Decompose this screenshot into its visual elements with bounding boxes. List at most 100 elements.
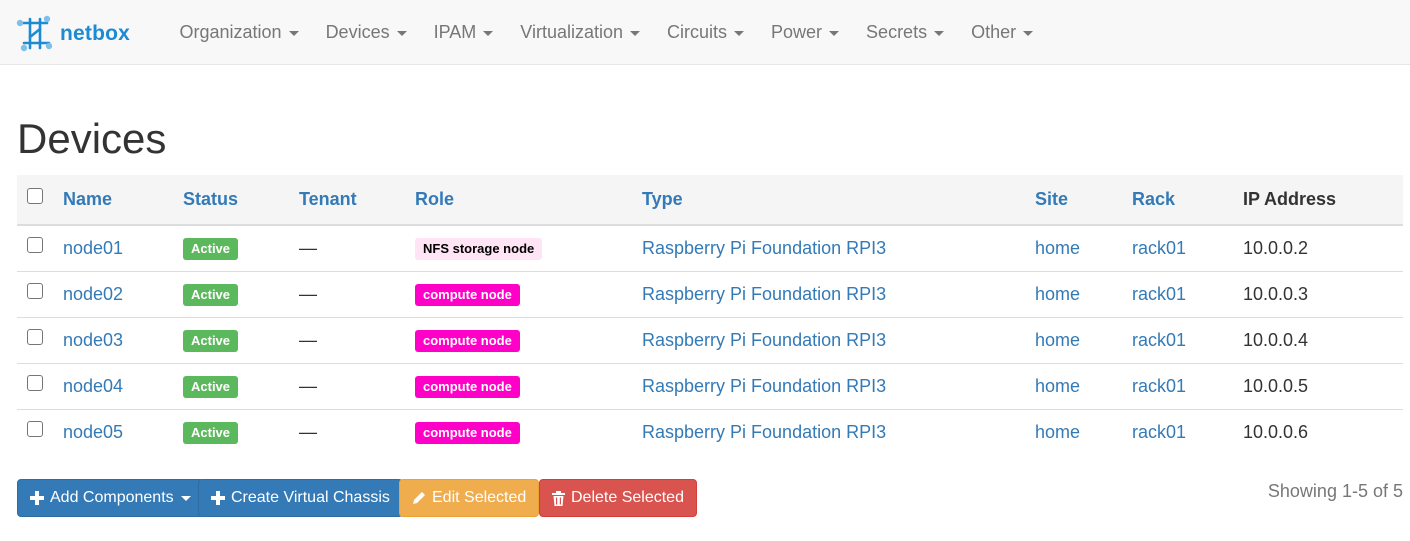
column-header-ip-address: IP Address: [1243, 175, 1403, 226]
table-header-row: Name Status Tenant Role Type Site Rack I…: [17, 175, 1403, 226]
device-type-link[interactable]: Raspberry Pi Foundation RPI3: [642, 330, 886, 350]
nav-organization-label: Organization: [179, 22, 282, 42]
nav-ipam[interactable]: IPAM: [420, 0, 507, 64]
role-badge[interactable]: compute node: [415, 421, 520, 444]
create-virtual-chassis-label: Create Virtual Chassis: [231, 489, 390, 506]
table-row: node04 Active — compute node Raspberry P…: [17, 363, 1403, 410]
rack-link[interactable]: rack01: [1132, 330, 1186, 350]
pencil-icon: [413, 492, 425, 504]
nav-organization[interactable]: Organization: [166, 0, 312, 64]
create-virtual-chassis-button[interactable]: Create Virtual Chassis: [198, 479, 403, 517]
nav-virtualization[interactable]: Virtualization: [507, 0, 654, 64]
rack-cell: rack01: [1132, 409, 1243, 455]
site-link[interactable]: home: [1035, 422, 1080, 442]
sort-by-rack-link[interactable]: Rack: [1132, 189, 1175, 209]
device-name-link[interactable]: node03: [63, 330, 123, 350]
sort-by-site-link[interactable]: Site: [1035, 189, 1068, 209]
chevron-down-icon: [396, 30, 407, 36]
rack-link[interactable]: rack01: [1132, 422, 1186, 442]
name-cell: node02: [63, 271, 183, 318]
site-link[interactable]: home: [1035, 238, 1080, 258]
select-cell: [17, 317, 63, 364]
name-cell: node04: [63, 363, 183, 410]
role-badge[interactable]: compute node: [415, 375, 520, 398]
nav-secrets[interactable]: Secrets: [853, 0, 958, 64]
role-cell: compute node: [415, 271, 642, 318]
device-type-link[interactable]: Raspberry Pi Foundation RPI3: [642, 376, 886, 396]
brand-name[interactable]: netbox: [60, 22, 130, 46]
ip-address-cell: 10.0.0.5: [1243, 363, 1403, 410]
column-header-tenant[interactable]: Tenant: [299, 175, 415, 226]
edit-selected-button[interactable]: Edit Selected: [399, 479, 540, 517]
sort-by-type-link[interactable]: Type: [642, 189, 683, 209]
device-type-link[interactable]: Raspberry Pi Foundation RPI3: [642, 422, 886, 442]
device-name-link[interactable]: node04: [63, 376, 123, 396]
row-checkbox[interactable]: [27, 374, 43, 391]
name-cell: node01: [63, 225, 183, 272]
sort-by-name-link[interactable]: Name: [63, 189, 112, 209]
type-cell: Raspberry Pi Foundation RPI3: [642, 225, 1035, 272]
select-cell: [17, 363, 63, 410]
column-header-role[interactable]: Role: [415, 175, 642, 226]
row-checkbox[interactable]: [27, 282, 43, 299]
add-components-button[interactable]: Add Components: [17, 479, 204, 517]
column-header-status[interactable]: Status: [183, 175, 299, 226]
row-checkbox[interactable]: [27, 237, 43, 253]
tenant-cell: —: [299, 225, 415, 272]
column-header-type[interactable]: Type: [642, 175, 1035, 226]
device-name-link[interactable]: node01: [63, 238, 123, 258]
select-cell: [17, 225, 63, 272]
device-type-link[interactable]: Raspberry Pi Foundation RPI3: [642, 284, 886, 304]
tenant-cell: —: [299, 317, 415, 364]
site-link[interactable]: home: [1035, 376, 1080, 396]
brand-logo[interactable]: netbox: [16, 14, 130, 54]
role-badge[interactable]: NFS storage node: [415, 237, 543, 260]
type-cell: Raspberry Pi Foundation RPI3: [642, 317, 1035, 364]
role-cell: NFS storage node: [415, 225, 642, 272]
select-all-checkbox[interactable]: [27, 188, 43, 205]
site-cell: home: [1035, 225, 1132, 272]
rack-cell: rack01: [1132, 363, 1243, 410]
name-cell: node03: [63, 317, 183, 364]
row-checkbox[interactable]: [27, 421, 43, 437]
sort-by-tenant-link[interactable]: Tenant: [299, 189, 357, 209]
status-badge: Active: [183, 329, 239, 352]
status-badge: Active: [183, 283, 239, 306]
row-checkbox[interactable]: [27, 328, 43, 345]
nav-power-label: Power: [771, 22, 823, 42]
device-name-link[interactable]: node02: [63, 284, 123, 304]
plus-icon: [30, 491, 44, 505]
role-cell: compute node: [415, 409, 642, 455]
tenant-cell: —: [299, 271, 415, 318]
pagination-summary: Showing 1-5 of 5: [1267, 481, 1403, 501]
nav-power[interactable]: Power: [758, 0, 853, 64]
status-badge: Active: [183, 421, 239, 444]
role-badge[interactable]: compute node: [415, 283, 520, 306]
nav-circuits[interactable]: Circuits: [654, 0, 758, 64]
tenant-cell: —: [299, 421, 317, 442]
rack-link[interactable]: rack01: [1132, 238, 1186, 258]
select-cell: [17, 271, 63, 318]
delete-selected-button[interactable]: Delete Selected: [539, 479, 697, 517]
rack-link[interactable]: rack01: [1132, 376, 1186, 396]
role-badge[interactable]: compute node: [415, 329, 520, 352]
device-name-link[interactable]: node05: [63, 422, 123, 442]
status-cell: Active: [183, 363, 299, 410]
rack-cell: rack01: [1132, 317, 1243, 364]
column-header-rack[interactable]: Rack: [1132, 175, 1243, 226]
column-header-site[interactable]: Site: [1035, 175, 1132, 226]
nav-devices[interactable]: Devices: [312, 0, 420, 64]
site-link[interactable]: home: [1035, 330, 1080, 350]
role-cell: compute node: [415, 317, 642, 364]
header-select-cell: [17, 175, 63, 226]
nav-secrets-label: Secrets: [866, 22, 928, 42]
device-type-link[interactable]: Raspberry Pi Foundation RPI3: [642, 238, 886, 258]
column-header-name[interactable]: Name: [63, 175, 183, 226]
nav-circuits-label: Circuits: [667, 22, 728, 42]
site-cell: home: [1035, 271, 1132, 318]
sort-by-status-link[interactable]: Status: [183, 189, 238, 209]
site-link[interactable]: home: [1035, 284, 1080, 304]
nav-other[interactable]: Other: [958, 0, 1047, 64]
rack-link[interactable]: rack01: [1132, 284, 1186, 304]
sort-by-role-link[interactable]: Role: [415, 189, 454, 209]
